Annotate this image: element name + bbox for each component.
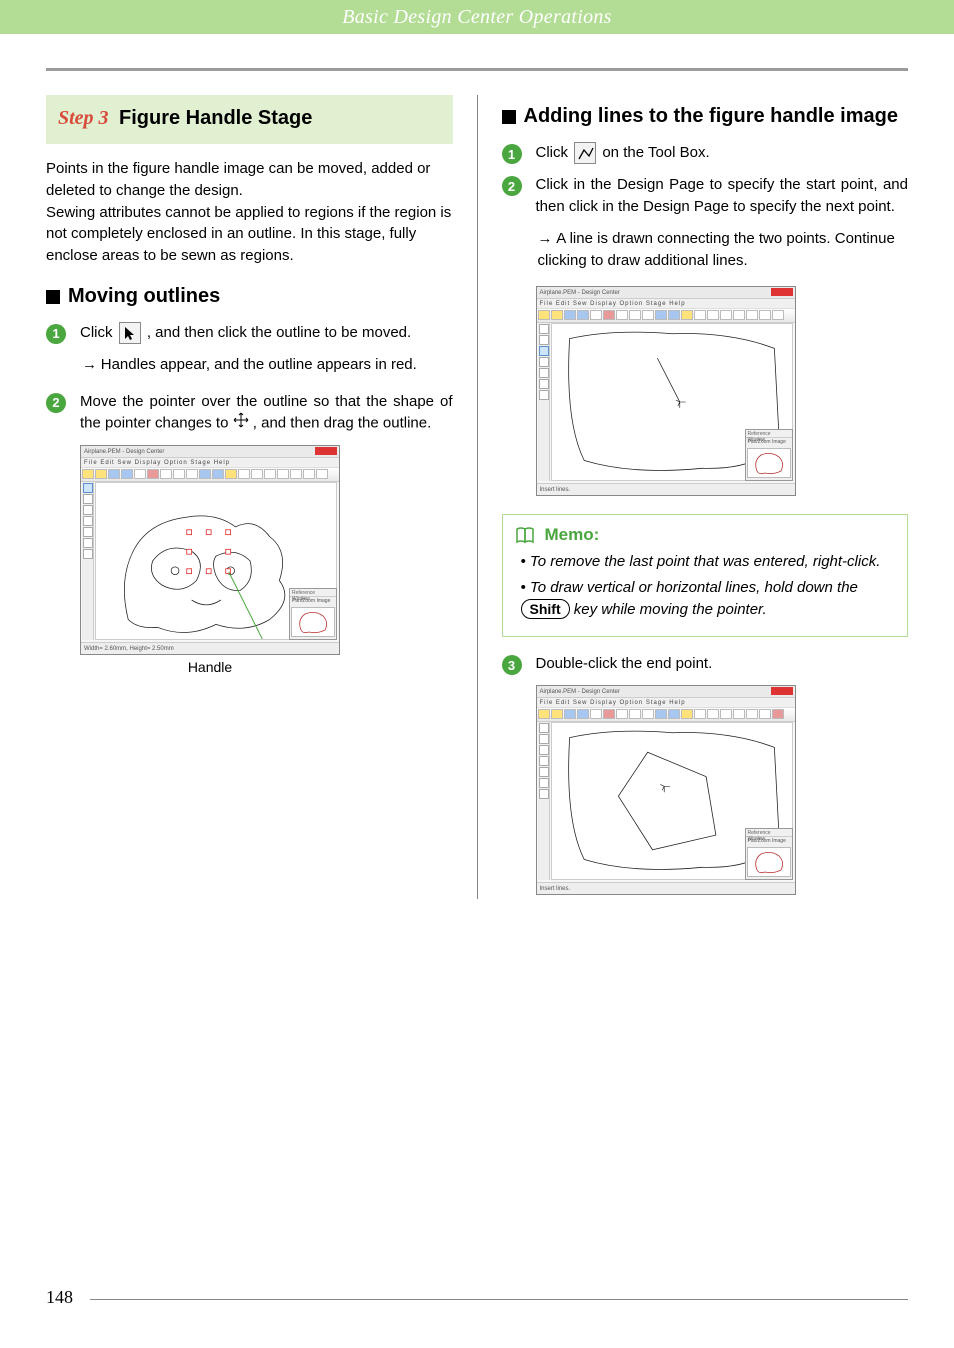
reference-window: Reference Window Pan/Zoom Image xyxy=(745,828,793,880)
r-item2-text: Click in the Design Page to specify the … xyxy=(536,174,909,218)
item2-text-b: , and then drag the outline. xyxy=(253,415,431,432)
item1-text-a: Click xyxy=(80,324,117,341)
screenshot-moving-outline: Airplane.PEM - Design Center File Edit S… xyxy=(80,445,340,655)
line-tool-button xyxy=(539,346,549,356)
square-bullet-icon xyxy=(502,110,516,124)
app-titlebar: Airplane.PEM - Design Center xyxy=(537,686,795,698)
memo-item-2: To draw vertical or horizontal lines, ho… xyxy=(521,577,896,621)
ref-window-title: Reference Window xyxy=(290,589,336,597)
side-toolbox xyxy=(82,482,94,640)
r-item1-a: Click xyxy=(536,144,573,161)
shift-key-pill: Shift xyxy=(521,599,570,619)
arrow-result-1: → Handles appear, and the outline appear… xyxy=(82,354,453,377)
step-title: Figure Handle Stage xyxy=(119,107,312,129)
memo2-a: To draw vertical or horizontal lines, ho… xyxy=(530,579,858,596)
side-toolbox xyxy=(538,323,550,481)
app-toolbar xyxy=(81,468,339,482)
pointer-tool-icon xyxy=(119,322,141,344)
memo-title-text: Memo: xyxy=(545,525,600,545)
line-tool-icon xyxy=(574,142,596,164)
step-label: Step 3 xyxy=(58,107,109,129)
app-menubar: File Edit Sew Display Option Stage Help xyxy=(537,698,795,708)
page-header: Basic Design Center Operations xyxy=(0,0,954,34)
subhead-text: Adding lines to the figure handle image xyxy=(524,105,898,128)
num-badge-2: 2 xyxy=(46,393,66,413)
window-close-icon xyxy=(315,447,337,455)
app-menubar: File Edit Sew Display Option Stage Help xyxy=(537,299,795,309)
ref-window-tabs: Pan/Zoom Image xyxy=(290,597,336,606)
ref-window-title: Reference Window xyxy=(746,829,792,837)
app-titlebar: Airplane.PEM - Design Center xyxy=(81,446,339,458)
intro-paragraph: Points in the figure handle image can be… xyxy=(46,158,453,267)
screenshot-end-point: Airplane.PEM - Design Center File Edit S… xyxy=(536,685,796,895)
ref-window-tabs: Pan/Zoom Image xyxy=(746,438,792,447)
step-item-2: 2 Move the pointer over the outline so t… xyxy=(46,391,453,436)
step-item-r1: 1 Click on the Tool Box. xyxy=(502,142,909,164)
screenshot-caption-handle: Handle xyxy=(80,659,340,675)
subhead-text: Moving outlines xyxy=(68,285,220,308)
app-toolbar xyxy=(537,708,795,722)
arrow1-text: Handles appear, and the outline appears … xyxy=(101,356,417,373)
app-toolbar xyxy=(537,309,795,323)
r-item1-b: on the Tool Box. xyxy=(602,144,709,161)
item1-text-b: , and then click the outline to be moved… xyxy=(147,324,411,341)
page-number-rule xyxy=(90,1299,908,1300)
step-heading-box: Step 3 Figure Handle Stage xyxy=(46,95,453,144)
window-close-icon xyxy=(771,687,793,695)
side-toolbox xyxy=(538,722,550,880)
status-bar: Insert lines. xyxy=(537,483,795,495)
memo-title: Memo: xyxy=(515,525,896,545)
arrow-result-2: → A line is drawn connecting the two poi… xyxy=(538,228,909,273)
num-badge-1: 1 xyxy=(502,144,522,164)
reference-window: Reference Window Pan/Zoom Image xyxy=(745,429,793,481)
memo-item-1: To remove the last point that was entere… xyxy=(521,551,896,573)
memo2-b: key while moving the pointer. xyxy=(574,601,767,618)
status-bar: Insert lines. xyxy=(537,882,795,894)
memo-box: Memo: To remove the last point that was … xyxy=(502,514,909,637)
page-number: 148 xyxy=(46,1287,73,1308)
pointer-tool-button xyxy=(83,483,93,493)
app-menubar: File Edit Sew Display Option Stage Help xyxy=(81,458,339,468)
subhead-moving-outlines: Moving outlines xyxy=(46,285,453,308)
num-badge-3: 3 xyxy=(502,655,522,675)
window-close-icon xyxy=(771,288,793,296)
status-bar: Width= 2.60mm, Height= 2.50mm xyxy=(81,642,339,654)
r-item3-text: Double-click the end point. xyxy=(536,653,909,675)
screenshot-draw-line: Airplane.PEM - Design Center File Edit S… xyxy=(536,286,796,496)
square-bullet-icon xyxy=(46,290,60,304)
step-item-r2: 2 Click in the Design Page to specify th… xyxy=(502,174,909,218)
step-item-r3: 3 Double-click the end point. xyxy=(502,653,909,675)
move-cursor-icon xyxy=(233,412,249,435)
num-badge-2: 2 xyxy=(502,176,522,196)
book-icon xyxy=(515,526,537,544)
ref-window-title: Reference Window xyxy=(746,430,792,438)
app-titlebar: Airplane.PEM - Design Center xyxy=(537,287,795,299)
num-badge-1: 1 xyxy=(46,324,66,344)
subhead-adding-lines: Adding lines to the figure handle image xyxy=(502,105,909,128)
ref-window-tabs: Pan/Zoom Image xyxy=(746,837,792,846)
step-item-1: 1 Click , and then click the outline to … xyxy=(46,322,453,344)
reference-window: Reference Window Pan/Zoom Image xyxy=(289,588,337,640)
arrow2-text: A line is drawn connecting the two point… xyxy=(538,230,895,270)
